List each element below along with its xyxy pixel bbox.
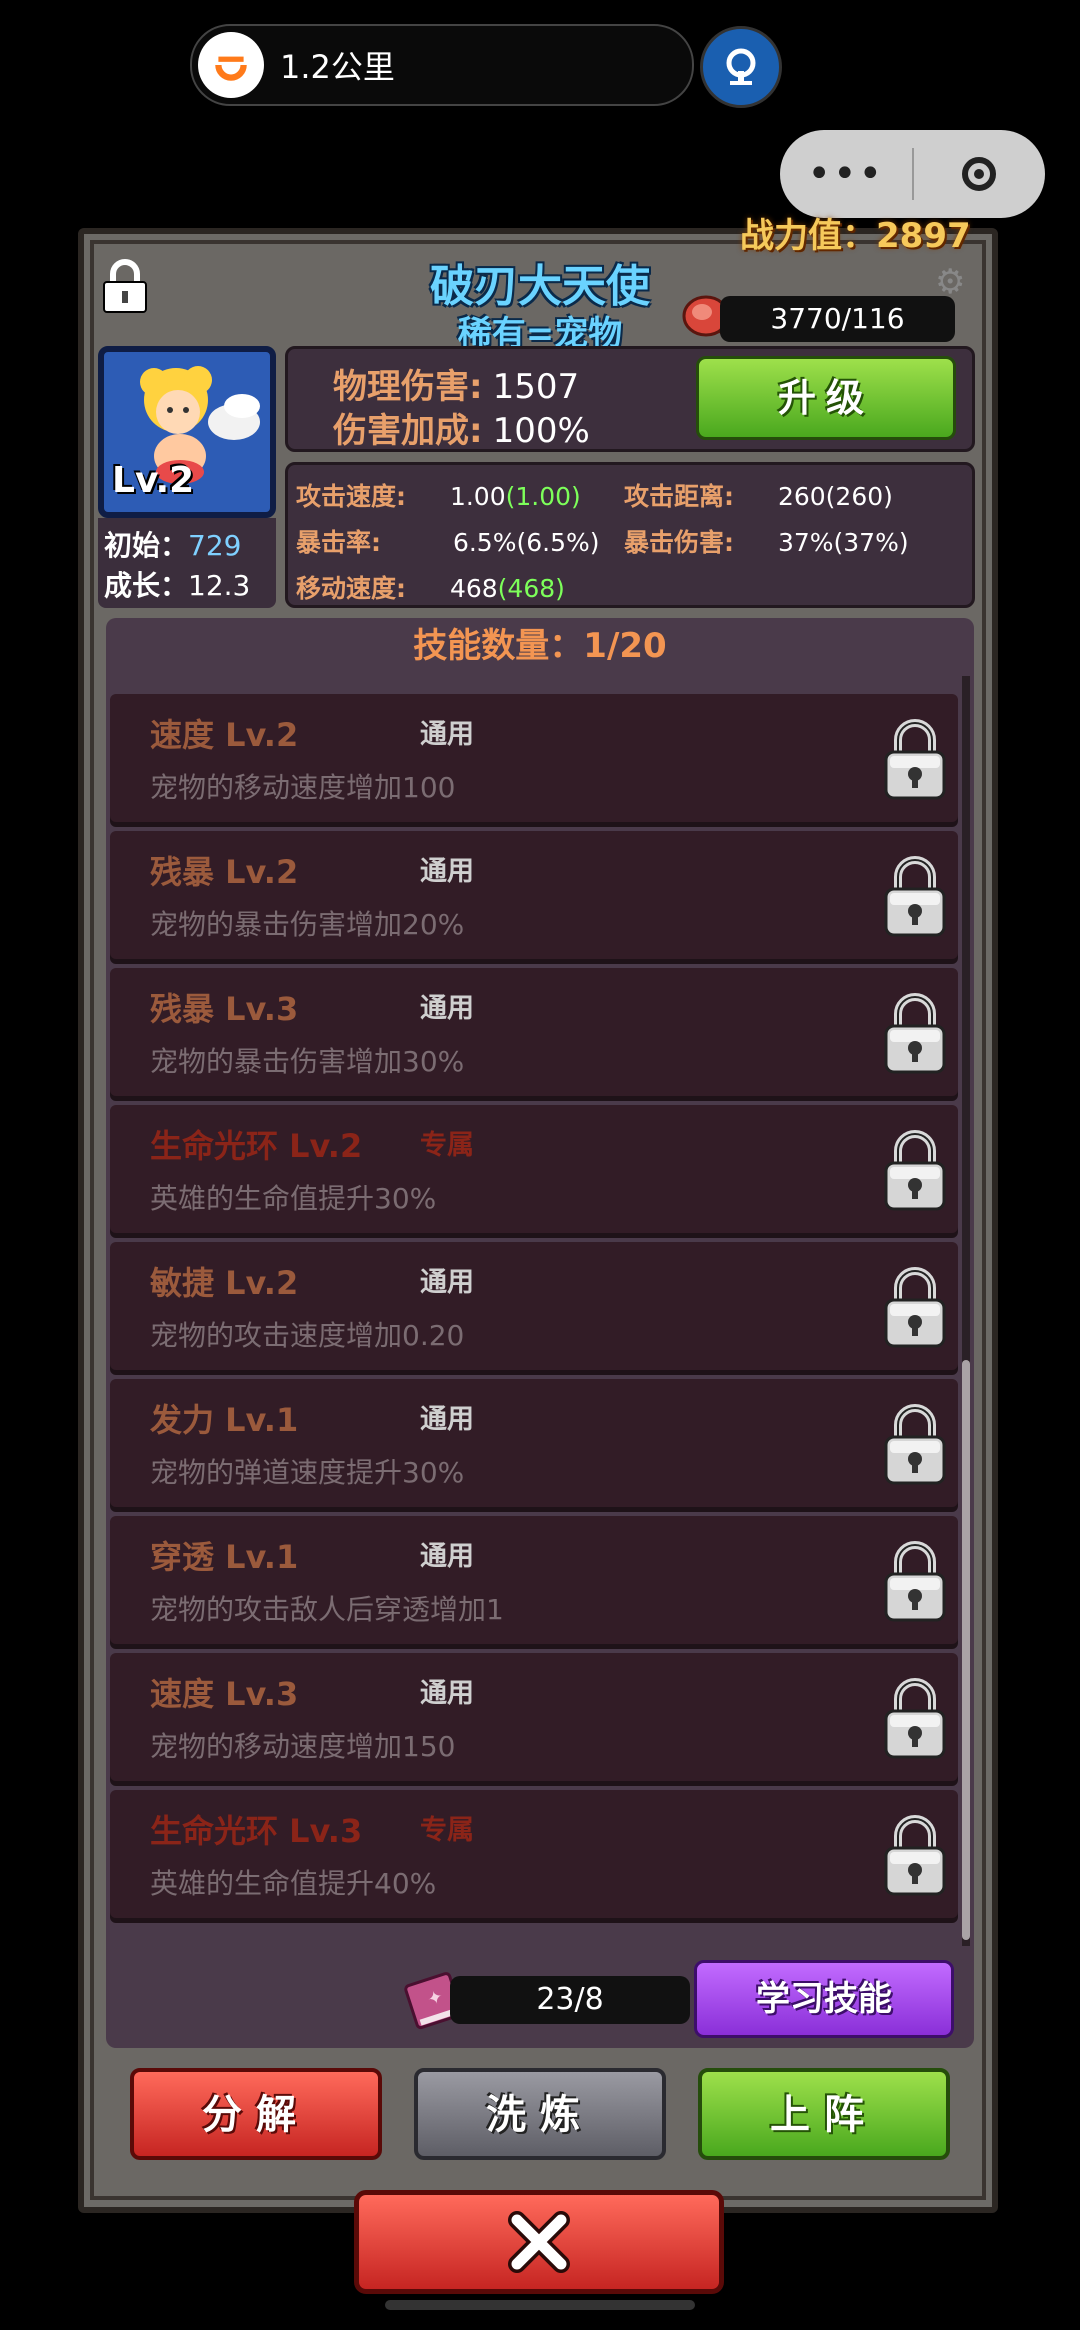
didi-icon xyxy=(198,32,264,98)
china-railway-icon[interactable] xyxy=(700,26,782,108)
padlock-icon[interactable] xyxy=(882,1125,948,1213)
skill-tag: 通用 xyxy=(420,1267,474,1298)
skill-card[interactable]: 速度 Lv.2 通用宠物的移动速度增加100 xyxy=(110,694,958,822)
padlock-icon[interactable] xyxy=(882,1399,948,1487)
growth-stat: 成长：12.3 xyxy=(104,569,251,602)
skill-count-header: 技能数量：1/20 xyxy=(106,618,974,674)
attribute-panel: 攻击速度: 1.00(1.00) 攻击距离: 260(260) 暴击率: 6.5… xyxy=(285,462,975,608)
skill-description: 宠物的移动速度增加100 xyxy=(150,771,456,804)
lock-icon[interactable] xyxy=(100,258,150,314)
skill-description: 宠物的移动速度增加150 xyxy=(150,1730,456,1763)
mini-program-capsule: ••• xyxy=(780,130,1045,218)
more-dots-icon[interactable]: ••• xyxy=(780,151,912,197)
pet-level: Lv.2 xyxy=(112,460,195,501)
deploy-button[interactable]: 上阵 xyxy=(698,2068,950,2160)
padlock-icon[interactable] xyxy=(882,1536,948,1624)
padlock-icon[interactable] xyxy=(882,851,948,939)
skill-description: 宠物的暴击伤害增加20% xyxy=(150,908,465,941)
skill-description: 宠物的攻击敌人后穿透增加1 xyxy=(150,1593,504,1626)
attack-range: 攻击距离: 260(260) xyxy=(624,482,893,511)
crit-rate: 暴击率: 6.5%(6.5%) xyxy=(296,528,600,557)
refine-button[interactable]: 洗炼 xyxy=(414,2068,666,2160)
physical-damage: 物理伤害: 1507 xyxy=(333,367,580,407)
padlock-icon[interactable] xyxy=(882,1673,948,1761)
skill-card[interactable]: 速度 Lv.3 通用宠物的移动速度增加150 xyxy=(110,1653,958,1781)
skill-card[interactable]: 发力 Lv.1 通用宠物的弹道速度提升30% xyxy=(110,1379,958,1507)
upgrade-button[interactable]: 升级 xyxy=(696,356,956,440)
target-icon[interactable] xyxy=(914,157,1046,191)
food-counter: 3770/116 xyxy=(720,296,955,342)
skill-name: 敏捷 Lv.2 xyxy=(150,1264,299,1302)
skill-description: 宠物的攻击速度增加0.20 xyxy=(150,1319,465,1352)
skill-description: 英雄的生命值提升30% xyxy=(150,1182,437,1215)
skill-description: 宠物的弹道速度提升30% xyxy=(150,1456,465,1489)
move-speed: 移动速度: 468(468) xyxy=(296,574,565,603)
scrollbar-thumb[interactable] xyxy=(962,1360,970,1940)
skill-name: 速度 Lv.3 xyxy=(150,1675,299,1713)
damage-bonus: 伤害加成: 100% xyxy=(333,411,590,451)
home-indicator[interactable] xyxy=(385,2300,695,2310)
skill-card[interactable]: 生命光环 Lv.3 专属英雄的生命值提升40% xyxy=(110,1790,958,1918)
skill-tag: 通用 xyxy=(420,1404,474,1435)
skill-name: 生命光环 Lv.2 xyxy=(150,1127,363,1165)
skill-name: 残暴 Lv.2 xyxy=(150,853,299,891)
close-button[interactable] xyxy=(354,2190,724,2294)
skill-tag: 通用 xyxy=(420,856,474,887)
padlock-icon[interactable] xyxy=(882,1262,948,1350)
padlock-icon[interactable] xyxy=(882,714,948,802)
decompose-button[interactable]: 分解 xyxy=(130,2068,382,2160)
close-icon xyxy=(508,2211,570,2273)
padlock-icon[interactable] xyxy=(882,1810,948,1898)
skill-card[interactable]: 生命光环 Lv.2 专属英雄的生命值提升30% xyxy=(110,1105,958,1233)
skill-card[interactable]: 敏捷 Lv.2 通用宠物的攻击速度增加0.20 xyxy=(110,1242,958,1370)
skill-tag: 通用 xyxy=(420,1678,474,1709)
skill-card[interactable]: 穿透 Lv.1 通用宠物的攻击敌人后穿透增加1 xyxy=(110,1516,958,1644)
skill-description: 宠物的暴击伤害增加30% xyxy=(150,1045,465,1078)
skill-book-count: 23/8 xyxy=(450,1976,690,2024)
skill-tag: 通用 xyxy=(420,1541,474,1572)
skill-name: 生命光环 Lv.3 xyxy=(150,1812,363,1850)
skill-description: 英雄的生命值提升40% xyxy=(150,1867,437,1900)
distance-text: 1.2公里 xyxy=(280,48,395,86)
skill-tag: 专属 xyxy=(420,1815,474,1846)
power-value: 战力值：2897 xyxy=(740,216,971,256)
padlock-icon[interactable] xyxy=(882,988,948,1076)
skill-tag: 专属 xyxy=(420,1130,474,1161)
attack-speed: 攻击速度: 1.00(1.00) xyxy=(296,482,581,511)
skill-name: 残暴 Lv.3 xyxy=(150,990,299,1028)
skill-name: 穿透 Lv.1 xyxy=(150,1538,299,1576)
skill-card[interactable]: 残暴 Lv.3 通用宠物的暴击伤害增加30% xyxy=(110,968,958,1096)
skill-tag: 通用 xyxy=(420,719,474,750)
skill-name: 发力 Lv.1 xyxy=(150,1401,299,1439)
location-pill[interactable]: 1.2公里 xyxy=(190,24,694,106)
skill-card[interactable]: 残暴 Lv.2 通用宠物的暴击伤害增加20% xyxy=(110,831,958,959)
learn-skill-button[interactable]: 学习技能 xyxy=(694,1960,954,2038)
crit-damage: 暴击伤害: 37%(37%) xyxy=(624,528,909,557)
skill-list[interactable]: 速度 Lv.2 通用 宠物的移动速度增加100 残暴 Lv.2 通用 宠物的暴击伤害增加2… xyxy=(106,674,974,1946)
skill-name: 速度 Lv.2 xyxy=(150,716,299,754)
skill-tag: 通用 xyxy=(420,993,474,1024)
initial-stat: 初始：729 xyxy=(104,529,242,562)
